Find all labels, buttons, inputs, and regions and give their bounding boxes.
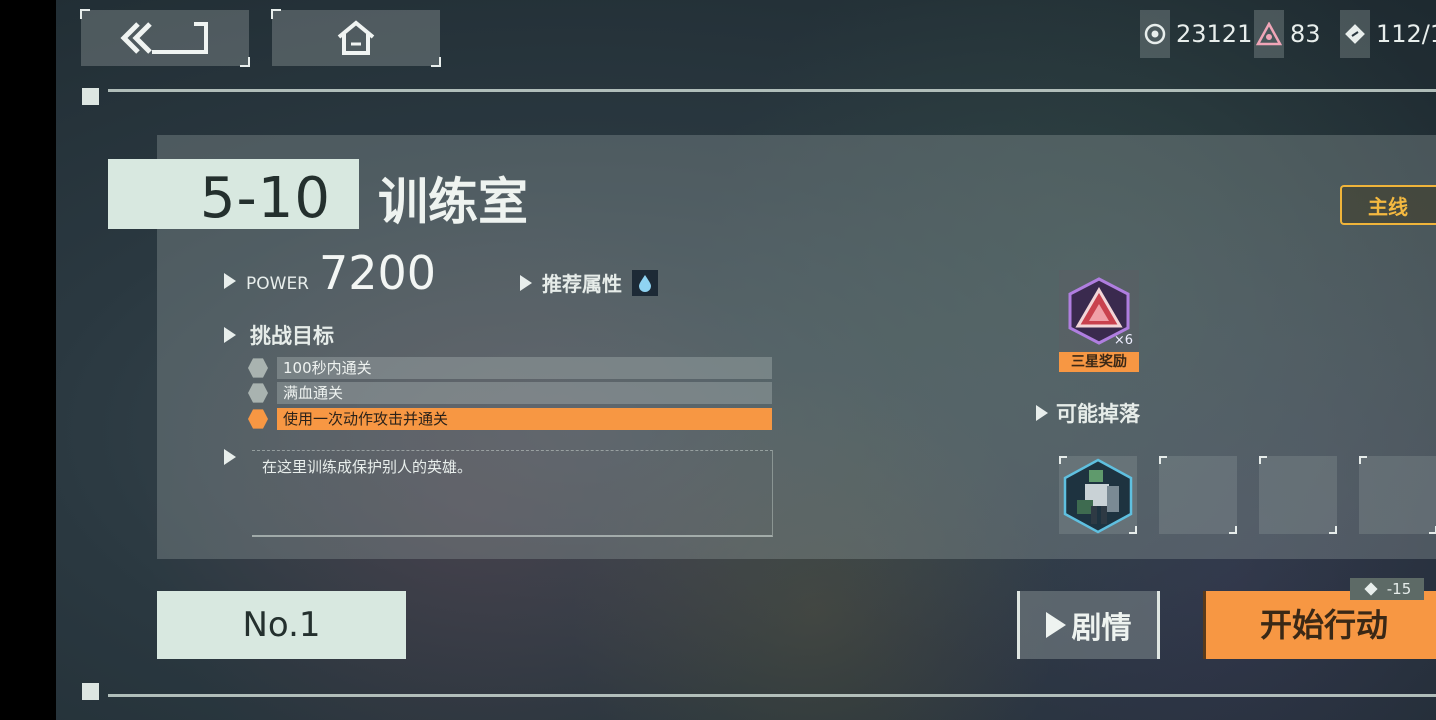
double-chevron-left-icon bbox=[120, 22, 208, 54]
home-button[interactable] bbox=[271, 9, 441, 67]
possible-drops-title: 可能掉落 bbox=[1036, 398, 1140, 428]
three-star-reward-label: 三星奖励 bbox=[1059, 352, 1139, 372]
reward-count: ×6 bbox=[1113, 333, 1133, 348]
triangle-bullet-icon bbox=[520, 274, 532, 291]
stage-category-tag: 主线 bbox=[1340, 185, 1436, 225]
bottom-divider bbox=[108, 694, 1436, 697]
currency-crystals[interactable]: 83 bbox=[1254, 10, 1321, 58]
hexagon-icon bbox=[248, 383, 268, 403]
three-star-reward-item[interactable]: ×6 bbox=[1059, 270, 1139, 352]
stamina-cost-value: -15 bbox=[1386, 580, 1412, 598]
top-divider bbox=[108, 89, 1436, 92]
drop-item-slot-empty bbox=[1359, 456, 1436, 534]
stage-id: 5-10 bbox=[108, 159, 359, 231]
currency-coins-value: 23121 bbox=[1176, 20, 1253, 48]
hexagon-icon bbox=[248, 409, 268, 429]
play-icon bbox=[1045, 612, 1066, 638]
pink-triangle-crystal-icon bbox=[1254, 10, 1284, 58]
power-value: 7200 bbox=[319, 246, 437, 300]
stamina-ticket-icon bbox=[1364, 582, 1378, 596]
triangle-bullet-icon bbox=[224, 273, 236, 289]
challenge-goal: 满血通关 bbox=[248, 382, 772, 404]
stage-description: 在这里训练成保护别人的英雄。 bbox=[262, 458, 473, 476]
challenge-goal-active: 使用一次动作攻击并通关 bbox=[248, 408, 772, 430]
bottom-divider-marker bbox=[82, 683, 99, 700]
left-black-bar bbox=[0, 0, 56, 720]
eye-coin-icon bbox=[1140, 10, 1170, 58]
story-button[interactable]: 剧情 bbox=[1017, 591, 1160, 659]
drop-item-slot-empty bbox=[1259, 456, 1337, 534]
drop-item-slot[interactable] bbox=[1059, 456, 1137, 534]
power-label: POWER bbox=[246, 274, 309, 294]
ranking-button[interactable]: No.1 bbox=[157, 591, 406, 659]
challenge-goal-text: 使用一次动作攻击并通关 bbox=[277, 408, 772, 430]
top-divider-marker bbox=[82, 88, 99, 105]
triangle-bullet-icon bbox=[224, 327, 236, 343]
possible-drops-text: 可能掉落 bbox=[1056, 402, 1140, 426]
mech-robot-icon bbox=[1063, 458, 1133, 534]
back-button[interactable] bbox=[80, 9, 250, 67]
water-drop-icon bbox=[632, 269, 658, 296]
stamina-ticket-icon bbox=[1340, 10, 1370, 58]
hexagon-icon bbox=[248, 358, 268, 378]
story-button-label: 剧情 bbox=[1071, 611, 1132, 646]
recommended-attribute-label: 推荐属性 bbox=[542, 272, 622, 296]
challenge-goal: 100秒内通关 bbox=[248, 357, 772, 379]
stage-name: 训练室 bbox=[378, 173, 528, 231]
currency-crystals-value: 83 bbox=[1290, 20, 1321, 48]
drop-item-slot-empty bbox=[1159, 456, 1237, 534]
power-row: POWER 7200 bbox=[224, 246, 436, 300]
currency-stamina[interactable]: 112/15 bbox=[1340, 10, 1436, 58]
challenge-title-text: 挑战目标 bbox=[250, 324, 334, 348]
home-icon bbox=[337, 20, 375, 55]
challenge-goal-text: 满血通关 bbox=[277, 382, 772, 404]
triangle-bullet-icon bbox=[224, 449, 236, 465]
start-action-button[interactable]: 开始行动 bbox=[1203, 591, 1436, 659]
challenge-goal-text: 100秒内通关 bbox=[277, 357, 772, 379]
challenge-goals-title: 挑战目标 bbox=[224, 320, 334, 350]
currency-stamina-value: 112/15 bbox=[1376, 20, 1436, 48]
triangle-bullet-icon bbox=[1036, 405, 1048, 421]
recommended-attribute: 推荐属性 bbox=[520, 268, 658, 297]
stamina-cost-badge: -15 bbox=[1350, 578, 1424, 600]
currency-coins[interactable]: 23121 bbox=[1140, 10, 1252, 58]
